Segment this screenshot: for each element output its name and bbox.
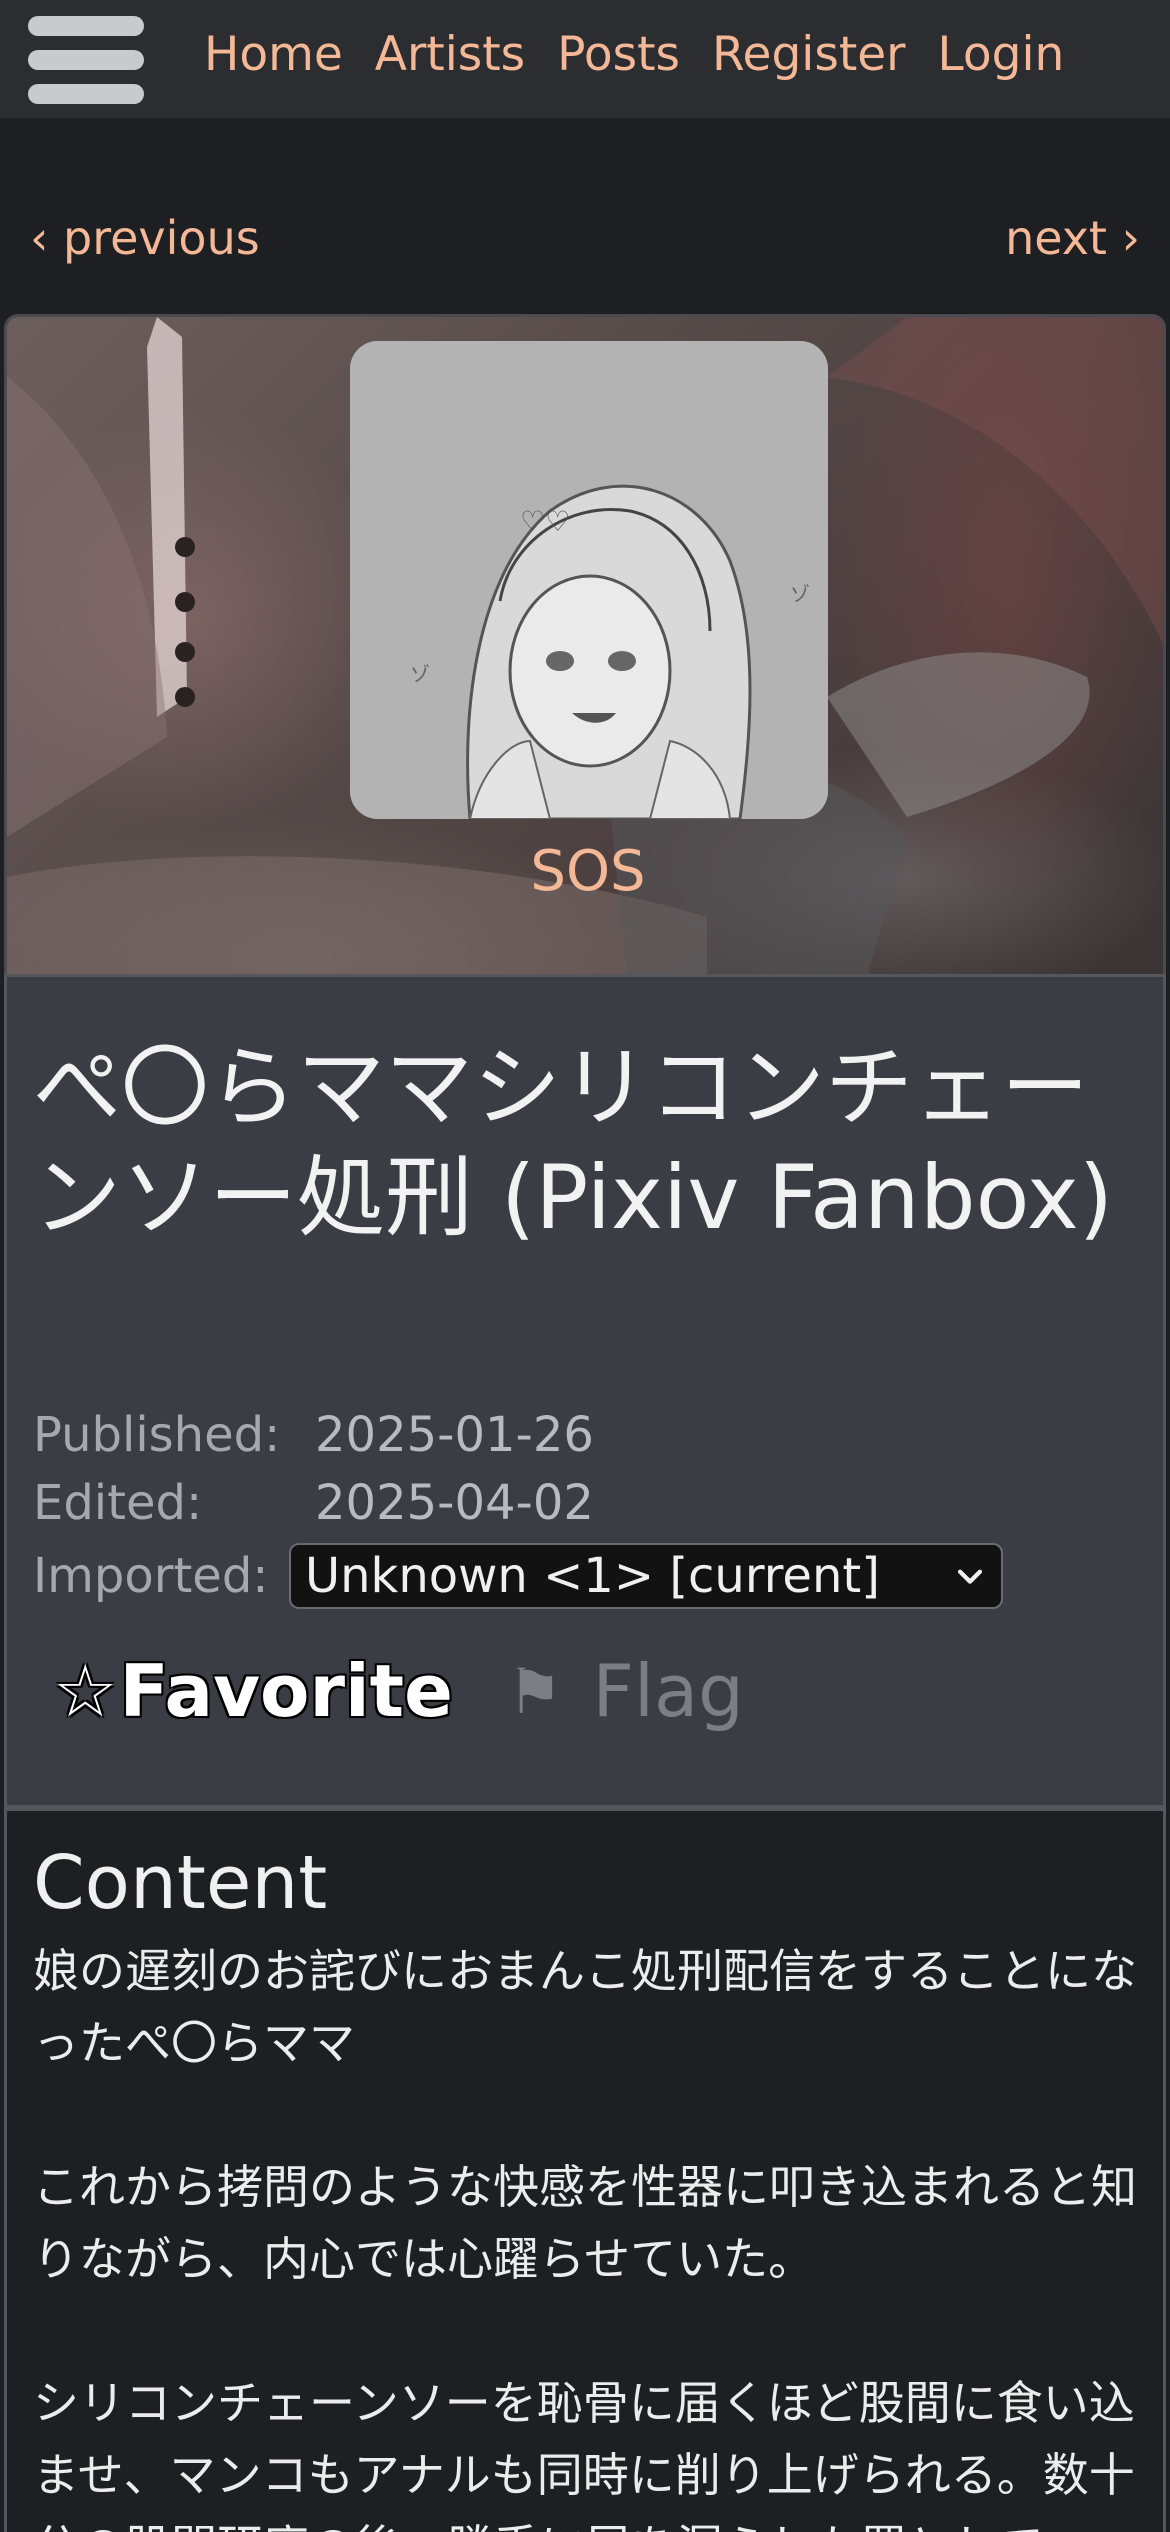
nav-link-home[interactable]: Home bbox=[204, 24, 343, 86]
flag-icon: ⚑ bbox=[506, 1654, 563, 1728]
content-paragraph: シリコンチェーンソーを恥骨に届くほど股間に食い込ませ、マンコもアナルも同時に削り… bbox=[33, 2376, 1135, 2532]
edited-row: Edited: 2025-04-02 bbox=[33, 1473, 594, 1533]
published-label: Published: bbox=[33, 1407, 281, 1463]
nav-link-login[interactable]: Login bbox=[938, 24, 1065, 86]
edited-date: 2025-04-02 bbox=[315, 1475, 594, 1531]
import-version-selected: Unknown <1> [current] bbox=[305, 1548, 880, 1604]
edited-label: Edited: bbox=[33, 1475, 203, 1531]
post-title: ぺ〇らママシリコンチェーンソー処刑 (Pixiv Fanbox) bbox=[33, 1036, 1114, 1249]
svg-text:ゾ: ゾ bbox=[790, 582, 810, 606]
post-info-card: ぺ〇らママシリコンチェーンソー処刑 (Pixiv Fanbox) Publish… bbox=[4, 974, 1166, 1808]
flag-label: Flag bbox=[592, 1649, 744, 1733]
imported-label: Imported: bbox=[33, 1548, 269, 1604]
previous-post-link[interactable]: ‹ previous bbox=[30, 210, 260, 266]
content-paragraph: 娘の遅刻のお詫びにおまんこ処刑配信をすることになったぺ〇らママ bbox=[33, 1944, 1137, 2070]
published-date: 2025-01-26 bbox=[315, 1407, 594, 1463]
svg-text:ゾ: ゾ bbox=[410, 662, 430, 686]
favorite-button[interactable]: ☆ Favorite bbox=[53, 1649, 453, 1733]
imported-row: Imported: Unknown <1> [current] bbox=[33, 1543, 1003, 1609]
post-actions: ☆ Favorite ⚑ Flag bbox=[53, 1649, 744, 1733]
star-outline-icon: ☆ bbox=[53, 1649, 118, 1733]
svg-text:♡♡: ♡♡ bbox=[520, 505, 570, 538]
import-version-select[interactable]: Unknown <1> [current] bbox=[289, 1543, 1003, 1609]
hamburger-menu-icon[interactable] bbox=[28, 14, 144, 106]
flag-button[interactable]: ⚑ Flag bbox=[507, 1649, 744, 1733]
hamburger-bar bbox=[28, 84, 144, 104]
hamburger-bar bbox=[28, 50, 144, 70]
nav-link-posts[interactable]: Posts bbox=[557, 24, 680, 86]
content-body: 娘の遅刻のお詫びにおまんこ処刑配信をすることになったぺ〇らママ これから拷問のよ… bbox=[33, 1935, 1147, 2532]
published-row: Published: 2025-01-26 bbox=[33, 1405, 594, 1465]
artist-banner: ♡♡ ゾ ゾ SOS bbox=[4, 314, 1166, 974]
nav-links: Home Artists Posts Register Login bbox=[204, 24, 1064, 86]
post-content: Content 娘の遅刻のお詫びにおまんこ処刑配信をすることになったぺ〇らママ … bbox=[4, 1808, 1166, 2532]
artist-avatar[interactable]: ♡♡ ゾ ゾ bbox=[350, 341, 828, 819]
favorite-label: Favorite bbox=[119, 1649, 453, 1733]
nav-link-artists[interactable]: Artists bbox=[375, 24, 525, 86]
top-navigation: Home Artists Posts Register Login bbox=[0, 0, 1170, 118]
chevron-down-icon bbox=[957, 1569, 983, 1584]
next-post-link[interactable]: next › bbox=[1005, 210, 1140, 266]
content-heading: Content bbox=[33, 1840, 328, 1926]
artist-name-link[interactable]: SOS bbox=[7, 837, 1163, 907]
hamburger-bar bbox=[28, 16, 144, 36]
nav-link-register[interactable]: Register bbox=[712, 24, 906, 86]
content-paragraph: これから拷問のような快感を性器に叩き込まれると知りながら、内心では心躍らせていた… bbox=[33, 2160, 1137, 2286]
